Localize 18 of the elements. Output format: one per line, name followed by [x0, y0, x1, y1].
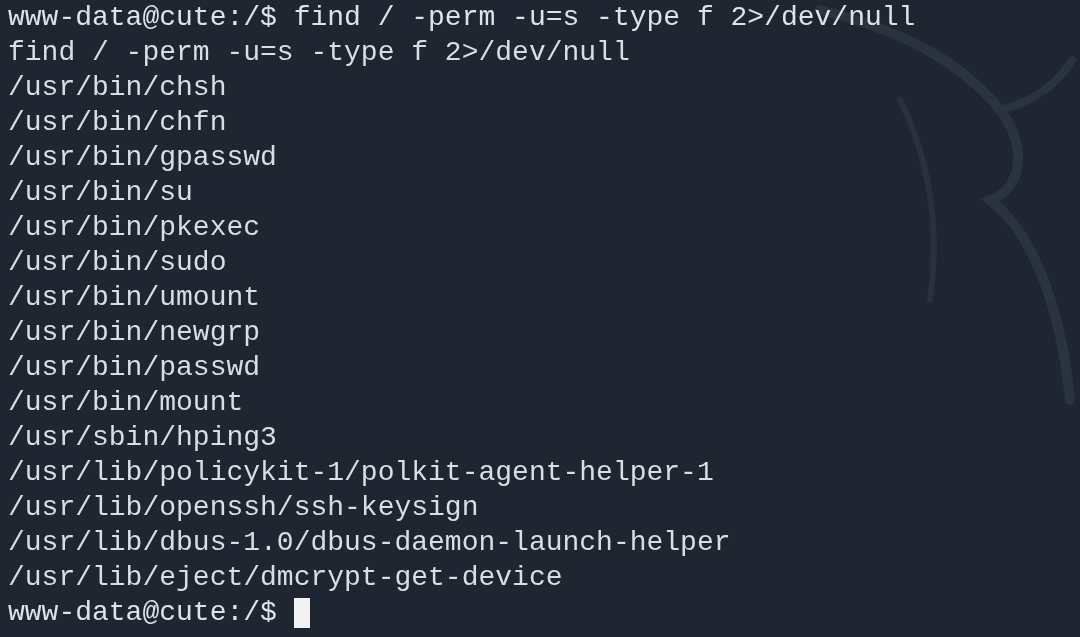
output-line: find / -perm -u=s -type f 2>/dev/null: [8, 36, 630, 70]
output-line: /usr/lib/policykit-1/polkit-agent-helper-1: [8, 456, 714, 490]
output-line: /usr/lib/dbus-1.0/dbus-daemon-launch-helper: [8, 526, 731, 560]
output-line: /usr/bin/newgrp: [8, 316, 261, 350]
output-line: /usr/bin/pkexec: [8, 211, 261, 245]
output-line: /usr/lib/openssh/ssh-keysign: [8, 491, 479, 525]
output-line: /usr/bin/gpasswd: [8, 141, 277, 175]
output-line: /usr/bin/sudo: [8, 246, 227, 280]
output-line: /usr/bin/chfn: [8, 106, 227, 140]
output-line: /usr/bin/umount: [8, 281, 261, 315]
output-line: /usr/bin/mount: [8, 386, 244, 420]
output-line: /usr/lib/eject/dmcrypt-get-device: [8, 561, 563, 595]
prompt-line: www-data@cute:/$ find / -perm -u=s -type f 2>/dev/null: [8, 1, 916, 35]
output-line: /usr/bin/passwd: [8, 351, 261, 385]
output-line: /usr/bin/chsh: [8, 71, 227, 105]
output-line: /usr/sbin/hping3: [8, 421, 277, 455]
output-line: /usr/bin/su: [8, 176, 193, 210]
prompt-line: www-data@cute:/$: [8, 596, 277, 630]
